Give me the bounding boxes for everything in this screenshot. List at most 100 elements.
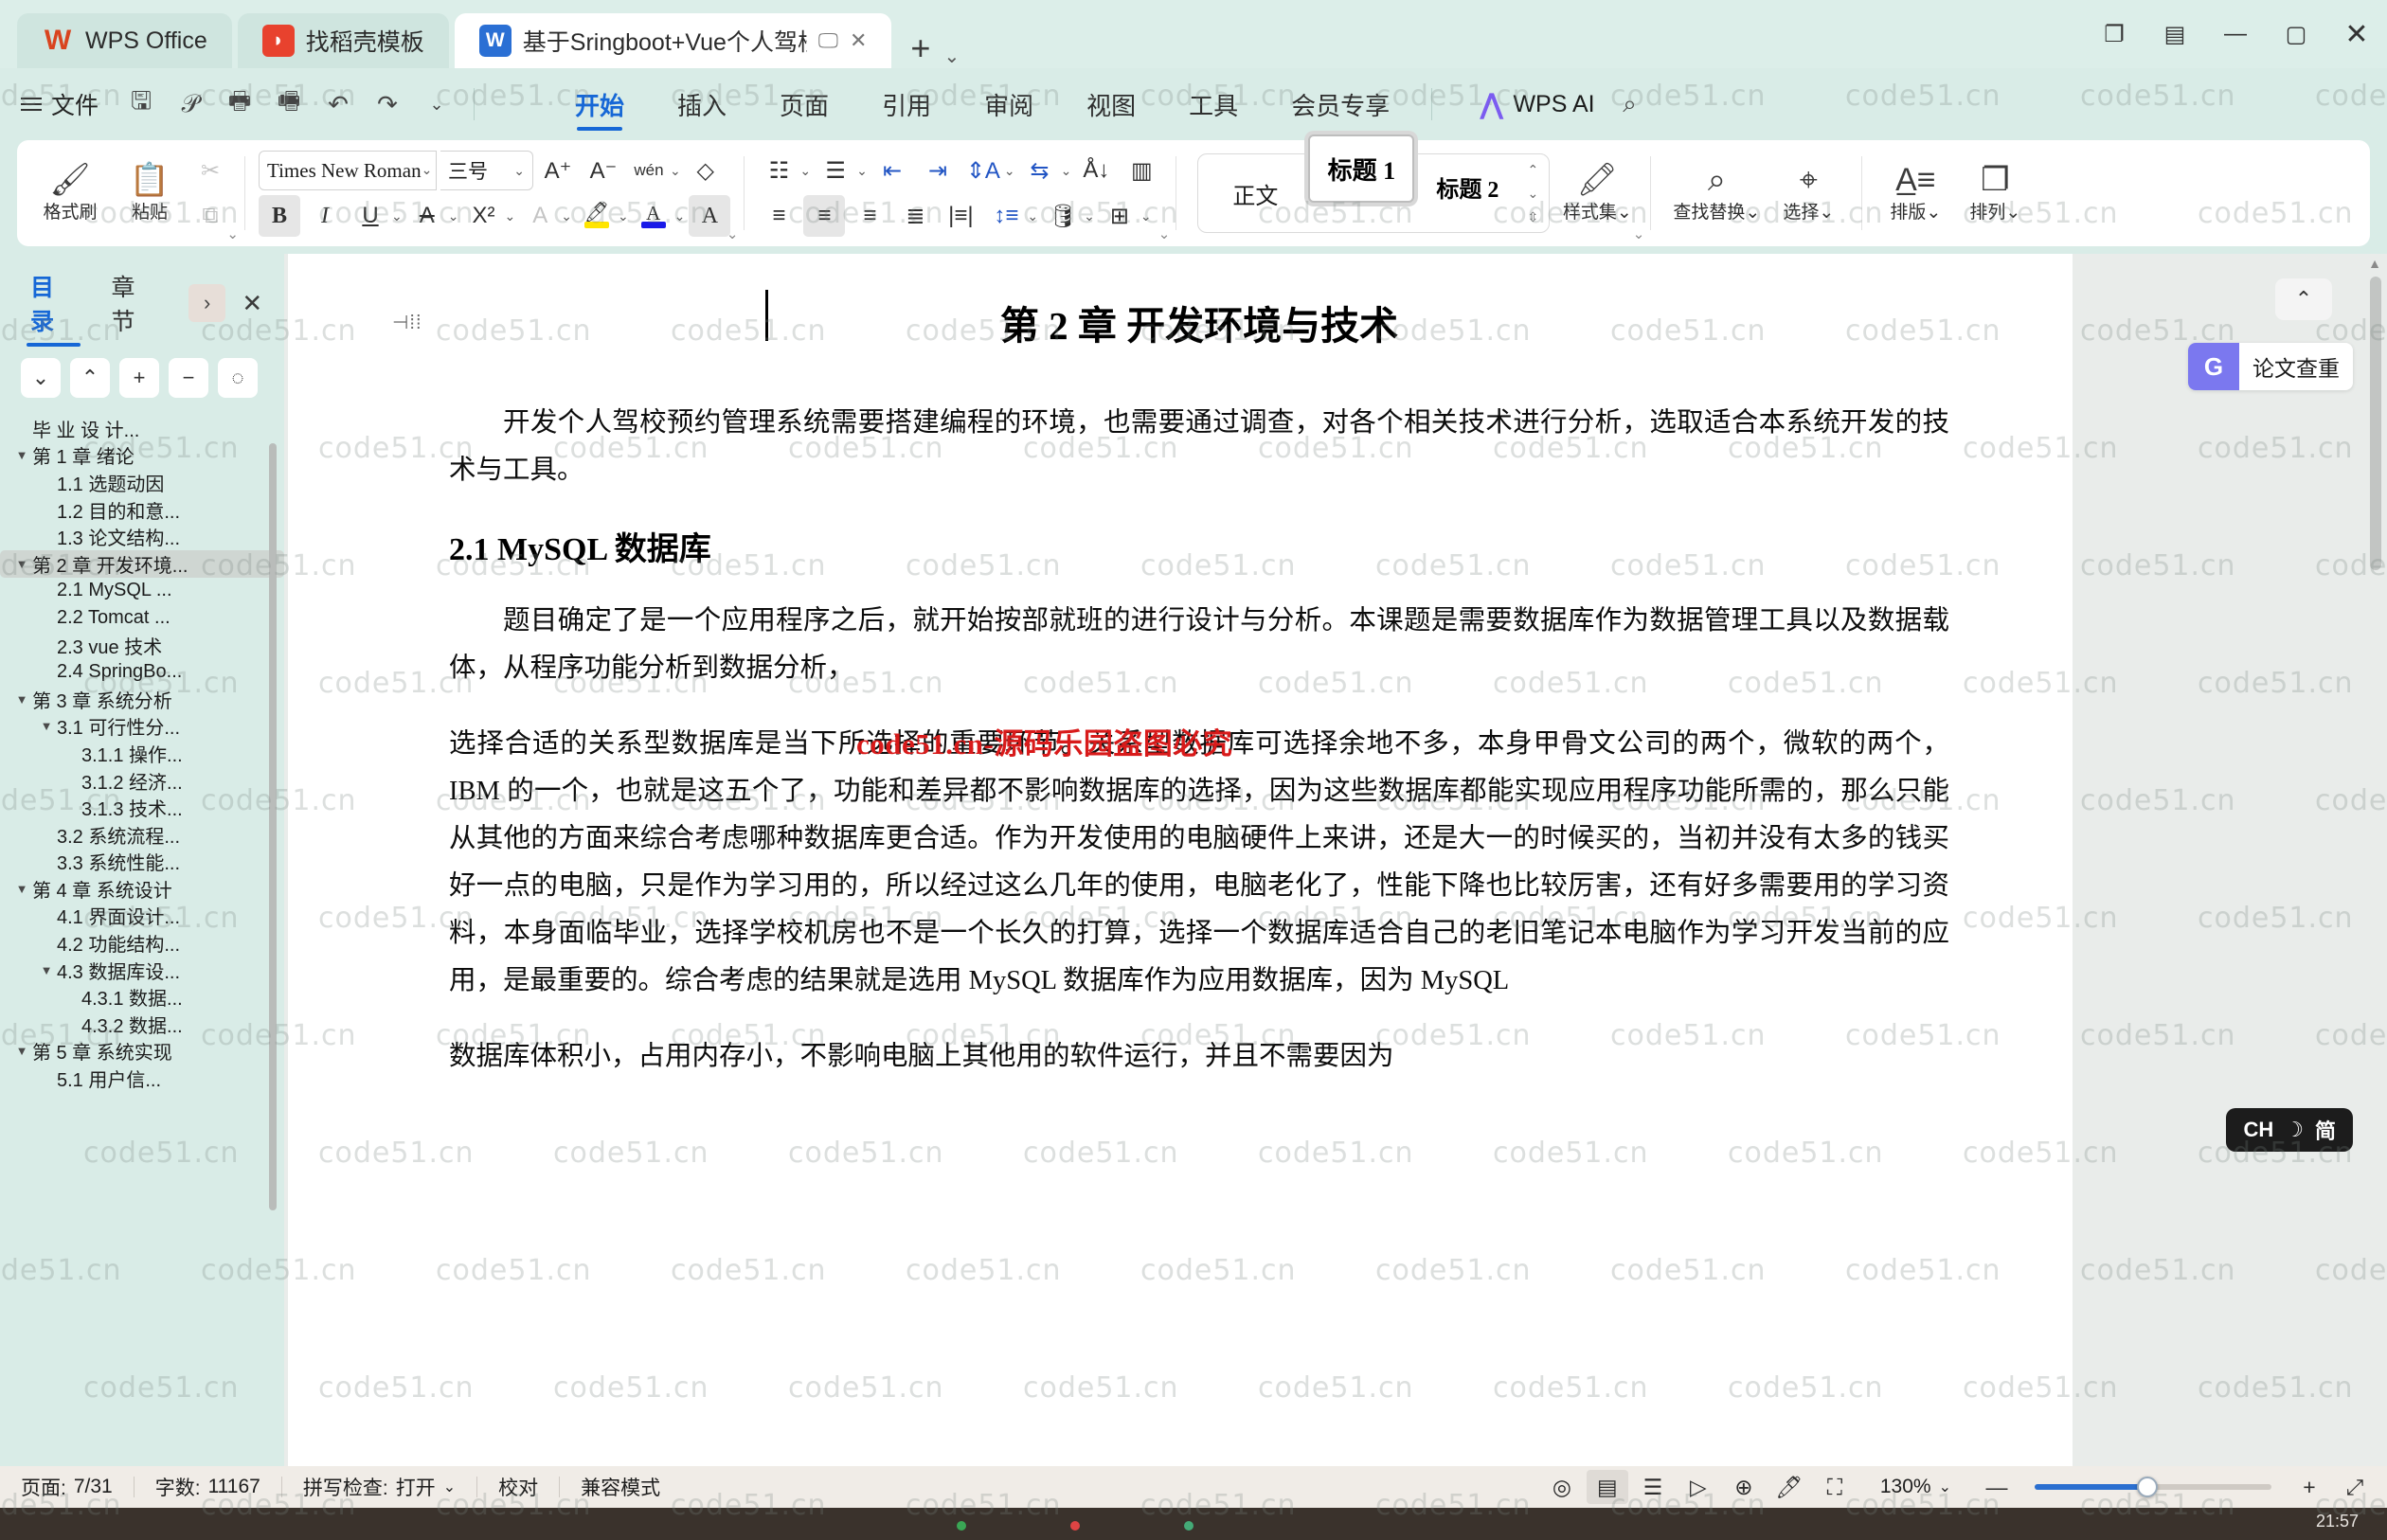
chevron-down-icon[interactable]: ⌄ [670, 163, 681, 179]
toc-item[interactable]: ▼ 第 3 章 系统分析 [0, 686, 284, 713]
page-view-icon[interactable]: ▤ [1586, 1470, 1628, 1504]
toc-expander-icon[interactable]: ▼ [36, 963, 57, 977]
collapse-ribbon-button[interactable]: ⌃ [2275, 278, 2332, 320]
clipboard-expander-icon[interactable]: ⌄ [226, 225, 239, 242]
toc-item[interactable]: ▼4.2 功能结构... [0, 929, 284, 957]
taskbar-app-icon[interactable] [957, 1521, 966, 1531]
word-count-indicator[interactable]: 字数: 11167 [135, 1473, 281, 1501]
toc-item[interactable]: ▼4.3.2 数据... [0, 1011, 284, 1038]
ribbon-tab-view[interactable]: 视图 [1060, 68, 1162, 140]
line-spacing-icon[interactable]: ↕≡ [985, 195, 1027, 237]
scissors-icon[interactable]: ✂ [189, 150, 231, 191]
toc-item[interactable]: ▼ 第 4 章 系统设计 [0, 875, 284, 903]
toc-expander-icon[interactable]: ▼ [11, 557, 32, 571]
scroll-up-icon[interactable]: ▲ [2368, 256, 2381, 273]
zoom-slider-knob[interactable] [2137, 1477, 2158, 1497]
paper-check-button[interactable]: G 论文查重 [2188, 343, 2353, 390]
chevron-down-icon[interactable]: ⌄ [561, 208, 572, 224]
bold-button[interactable]: B [259, 195, 300, 237]
style-heading-1[interactable]: 标题 1 [1308, 134, 1415, 203]
style-scroll-spinner[interactable]: ⌃ ⌄ ⇳ [1520, 162, 1545, 225]
collapse-all-icon[interactable]: − [169, 358, 208, 398]
style-normal[interactable]: 正文 [1202, 159, 1308, 227]
char-scale-icon[interactable]: ⇕A [962, 150, 1004, 191]
font-name-input[interactable]: Times New Roman ⌄ [259, 151, 437, 190]
toc-item[interactable]: ▼ 第 5 章 系统实现 [0, 1038, 284, 1065]
chevron-down-icon[interactable]: ⌄ [391, 208, 403, 224]
paragraph-expander-icon[interactable]: ⌄ [1158, 225, 1171, 242]
align-right-icon[interactable]: ≡ [849, 195, 890, 237]
toc-item[interactable]: ▼3.2 系统流程... [0, 821, 284, 849]
chevron-down-icon[interactable]: ⌄ [504, 208, 515, 224]
toc-item[interactable]: ▼5.1 用户信... [0, 1065, 284, 1092]
align-justify-icon[interactable]: ≣ [894, 195, 936, 237]
ime-indicator[interactable]: CH ☽ 简 [2226, 1108, 2353, 1152]
paste-button[interactable]: 📋 粘贴 [110, 164, 189, 224]
borders-icon[interactable]: ⊞ [1099, 195, 1140, 237]
toc-expander-icon[interactable]: ▼ [36, 719, 57, 733]
collapse-down-icon[interactable]: ⌄ [21, 358, 61, 398]
toc-expander-icon[interactable]: ▼ [11, 692, 32, 707]
document-page[interactable]: ⊣⁞⁞ 第 2 章 开发环境与技术 开发个人驾校预约管理系统需要搭建编程的环境，… [288, 254, 2073, 1482]
find-replace-button[interactable]: ⌕ 查找替换⌄ [1664, 164, 1768, 224]
pinyin-guide-icon[interactable]: wén [628, 150, 670, 191]
chevron-right-icon[interactable]: › [188, 284, 226, 322]
outline-view-icon[interactable]: ☰ [1632, 1470, 1674, 1504]
bullet-list-icon[interactable]: ☷ [758, 150, 799, 191]
style-set-button[interactable]: 🖍 样式集⌄ [1557, 164, 1637, 224]
ribbon-tab-tools[interactable]: 工具 [1162, 68, 1265, 140]
tab-document[interactable]: W 基于Sringboot+Vue个人驾校 🖵 ✕ [454, 13, 892, 68]
sort-asc-icon[interactable]: Å↓ [1075, 150, 1117, 191]
page-indicator[interactable]: 页面: 7/31 [0, 1473, 134, 1501]
sidebar-tab-toc[interactable]: 目录 [27, 263, 81, 347]
shrink-font-icon[interactable]: A⁻ [583, 150, 624, 191]
chevron-down-icon[interactable]: ⌄ [1061, 163, 1072, 179]
toc-item[interactable]: ▼3.1.3 技术... [0, 794, 284, 821]
toc-item[interactable]: ▼ 4.3 数据库设... [0, 957, 284, 984]
minimize-button[interactable]: — [2205, 4, 2266, 64]
zoom-level-display[interactable]: 130% ⌄ [1859, 1476, 1972, 1498]
tab-find-template[interactable]: ◗ 找稻壳模板 [237, 13, 449, 68]
search-doc-icon[interactable]: 𝒫 [169, 82, 212, 126]
toc-expander-icon[interactable]: ▼ [11, 882, 32, 896]
toc-item[interactable]: ▼1.3 论文结构... [0, 523, 284, 550]
clear-format-icon[interactable]: ◇ [685, 150, 727, 191]
toc-expander-icon[interactable]: ▼ [11, 448, 32, 462]
chevron-down-icon[interactable]: ⌄ [674, 208, 686, 224]
ribbon-tab-review[interactable]: 审阅 [958, 68, 1060, 140]
customize-icon[interactable]: ⌄ [415, 82, 458, 126]
chevron-down-icon[interactable]: ⌄ [1140, 208, 1152, 224]
style-heading-2[interactable]: 标题 2 [1414, 152, 1520, 221]
superscript-button[interactable]: X² [462, 195, 504, 237]
font-size-input[interactable]: 三号 ⌄ [440, 151, 533, 190]
maximize-button[interactable]: ▢ [2266, 4, 2326, 64]
print-preview-icon[interactable]: 🖷 [267, 82, 311, 126]
close-icon[interactable]: ✕ [233, 284, 271, 322]
chevron-down-icon[interactable]: ⌄ [618, 208, 629, 224]
undo-icon[interactable]: ↶ [316, 82, 360, 126]
toc-item[interactable]: ▼3.3 系统性能... [0, 849, 284, 876]
document-scrollbar[interactable] [2370, 277, 2381, 570]
highlight-icon[interactable]: 🖊 [576, 195, 618, 237]
select-button[interactable]: ⌖ 选择⌄ [1768, 164, 1848, 224]
numbered-list-icon[interactable]: ☰ [815, 150, 856, 191]
toc-item[interactable]: ▼ 3.1 可行性分... [0, 713, 284, 741]
arrange-button[interactable]: ❐ 排列⌄ [1955, 164, 2035, 224]
font-color-icon[interactable]: A [633, 195, 674, 237]
panel-window-icon[interactable]: ▤ [2145, 4, 2205, 64]
ribbon-tab-member[interactable]: 会员专享 [1265, 68, 1416, 140]
search-icon[interactable]: ⌕ [1608, 82, 1652, 126]
proofread-button[interactable]: 校对 [477, 1473, 559, 1501]
ink-icon[interactable]: 🖊 [1768, 1470, 1810, 1504]
taskbar-app-icon[interactable] [1070, 1521, 1080, 1531]
align-center-icon[interactable]: ≡ [803, 195, 846, 237]
chevron-down-icon[interactable]: ⌄ [856, 163, 868, 179]
file-menu-button[interactable]: 文件 [21, 87, 99, 121]
ribbon-tab-reference[interactable]: 引用 [855, 68, 958, 140]
restore-window-icon[interactable]: ❐ [2084, 4, 2145, 64]
web-view-icon[interactable]: ⊕ [1723, 1470, 1765, 1504]
settings-icon[interactable]: ◌ [218, 358, 258, 398]
toc-item[interactable]: ▼2.3 vue 技术 [0, 632, 284, 659]
chevron-down-icon[interactable]: ⌄ [1004, 163, 1015, 179]
chevron-down-icon[interactable]: ⌄ [799, 163, 811, 179]
